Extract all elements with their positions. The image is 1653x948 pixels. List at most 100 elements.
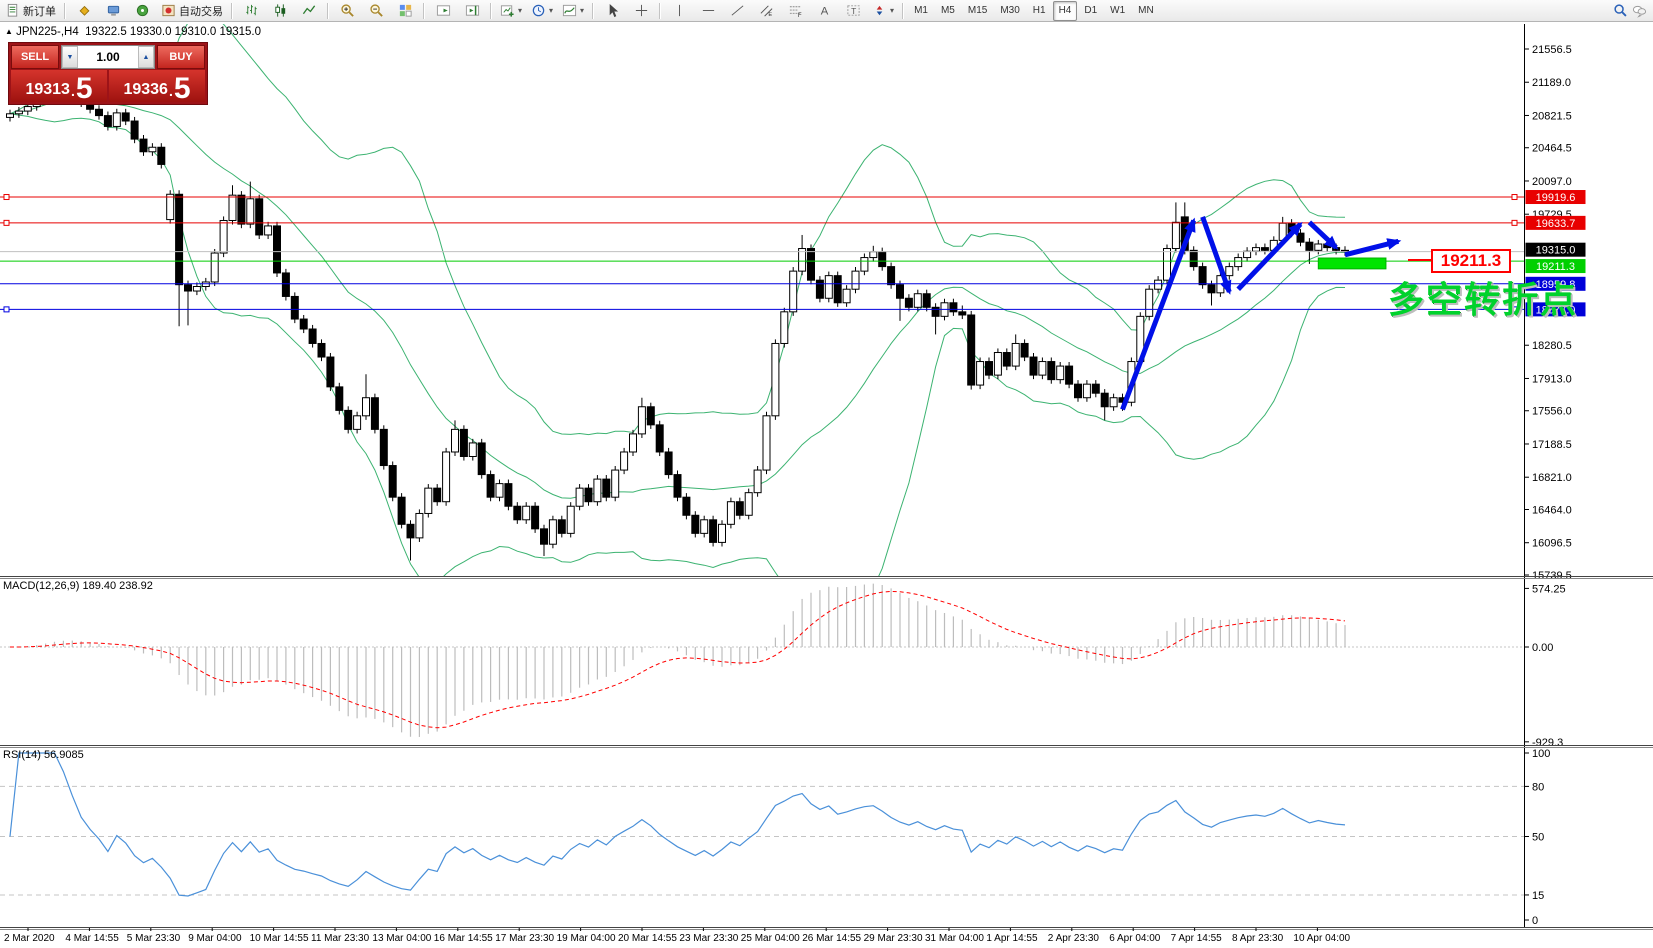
sell-button[interactable]: SELL: [11, 45, 59, 69]
zoom-out-button[interactable]: [362, 0, 390, 22]
candlestick-series: [6, 76, 1349, 561]
candle-body: [228, 194, 237, 221]
auto-scroll-button[interactable]: [429, 0, 457, 22]
candle-body: [1011, 342, 1020, 367]
horizontal-line-tool-button[interactable]: [694, 0, 722, 22]
line-chart-button[interactable]: [295, 0, 323, 22]
tab-timeframe-m30[interactable]: M30: [994, 1, 1025, 21]
new-order-button[interactable]: 新订单: [1, 0, 60, 22]
candle-body: [709, 519, 718, 543]
buy-button[interactable]: BUY: [157, 45, 205, 69]
channel-tool-button[interactable]: E: [752, 0, 780, 22]
trendline-tool-button[interactable]: [723, 0, 751, 22]
horizontal-line-icon: [701, 3, 716, 18]
tab-timeframe-h4[interactable]: H4: [1052, 0, 1078, 21]
toolbar-right-group: [1613, 3, 1653, 18]
support-zone-rectangle[interactable]: [1317, 257, 1387, 270]
text-icon: A: [817, 3, 832, 18]
price-axis-label: 20821.5: [1532, 110, 1572, 122]
tile-windows-button[interactable]: [391, 0, 419, 22]
signals-button[interactable]: [128, 0, 156, 22]
candle-body: [326, 356, 335, 388]
price-axis-label: 21556.5: [1532, 44, 1572, 56]
tab-timeframe-w1[interactable]: W1: [1104, 1, 1131, 21]
bar-chart-icon: [244, 3, 259, 18]
pivot-callout-line: [1408, 259, 1431, 261]
trend-arrow[interactable]: [1307, 220, 1339, 250]
decimal-dot: .: [70, 83, 75, 99]
candle-body: [121, 112, 130, 122]
virtual-hosting-button[interactable]: [99, 0, 127, 22]
candle-body: [513, 505, 522, 521]
fibonacci-tool-button[interactable]: F: [781, 0, 809, 22]
auto-trading-button[interactable]: 自动交易: [157, 0, 227, 22]
cursor-tool-button[interactable]: [598, 0, 626, 22]
line-handle: [3, 194, 10, 201]
volume-value[interactable]: 1.00: [78, 46, 138, 68]
sell-price[interactable]: 19313. 5: [11, 70, 107, 103]
chat-icon[interactable]: [1632, 3, 1647, 18]
metaeditor-button[interactable]: [70, 0, 98, 22]
indicators-icon: [562, 3, 577, 18]
time-axis-label: 23 Mar 23:30: [679, 933, 738, 944]
divider: [64, 2, 66, 19]
search-icon[interactable]: [1613, 3, 1628, 18]
trend-arrow[interactable]: [1344, 238, 1402, 258]
crosshair-tool-button[interactable]: [627, 0, 655, 22]
chart-shift-button[interactable]: [458, 0, 486, 22]
channel-icon: E: [759, 3, 774, 18]
tile-windows-icon: [398, 3, 413, 18]
vertical-line-tool-button[interactable]: [665, 0, 693, 22]
arrows-icon: [872, 3, 887, 18]
buy-price[interactable]: 19336. 5: [109, 70, 205, 103]
label-tool-button[interactable]: T: [839, 0, 867, 22]
text-tool-button[interactable]: A: [810, 0, 838, 22]
rsi-axis-label: 100: [1532, 748, 1550, 760]
macd-axis-label: 0.00: [1532, 642, 1553, 654]
volume-decrease-button[interactable]: ▼: [62, 46, 78, 68]
trend-arrow[interactable]: [1120, 217, 1197, 411]
candle-body: [985, 361, 993, 376]
tab-timeframe-m1[interactable]: M1: [908, 1, 934, 21]
new-chart-button[interactable]: ▾: [496, 0, 526, 22]
pivot-annotation-text: 多空转折点: [1388, 279, 1579, 320]
time-axis-label: 2 Mar 2020: [4, 933, 55, 944]
candle-body: [958, 311, 967, 316]
tab-timeframe-h1[interactable]: H1: [1027, 1, 1052, 21]
tab-timeframe-m15[interactable]: M15: [962, 1, 993, 21]
indicators-button[interactable]: ▾: [558, 0, 588, 22]
bar-chart-button[interactable]: [237, 0, 265, 22]
tab-timeframe-m5[interactable]: M5: [935, 1, 961, 21]
candle-body: [139, 138, 148, 153]
candle-body: [219, 219, 228, 254]
line-handle: [1511, 194, 1518, 201]
time-axis-label: 20 Mar 14:55: [618, 933, 677, 944]
price-axis-label: 16821.0: [1532, 472, 1572, 484]
candle-body: [1154, 279, 1163, 290]
candle-body: [95, 108, 103, 117]
arrows-tool-button[interactable]: ▾: [868, 0, 898, 22]
candle-body: [1234, 257, 1243, 268]
candle-body: [1163, 248, 1171, 281]
line-handle: [3, 306, 10, 313]
tab-timeframe-mn[interactable]: MN: [1132, 1, 1160, 21]
candlestick-chart-button[interactable]: [266, 0, 294, 22]
candle-body: [904, 297, 913, 308]
chart-canvas[interactable]: 21556.521189.020821.520464.520097.019729…: [0, 0, 1653, 948]
trend-arrow[interactable]: [1200, 216, 1232, 295]
price-axis-label: 21189.0: [1532, 77, 1571, 89]
fibonacci-icon: F: [788, 3, 803, 18]
auto-scroll-icon: [436, 3, 451, 18]
volume-increase-button[interactable]: ▲: [138, 46, 154, 68]
zoom-in-button[interactable]: [333, 0, 361, 22]
timeframe-toolbar: M1 M5 M15 M30 H1 H4 D1 W1 MN: [908, 0, 1160, 21]
candle-body: [824, 275, 833, 299]
candle-body: [593, 478, 602, 503]
profiles-button[interactable]: ▾: [527, 0, 557, 22]
pivot-price-callout[interactable]: 19211.3: [1431, 249, 1511, 273]
svg-text:T: T: [851, 6, 856, 16]
tab-timeframe-d1[interactable]: D1: [1078, 1, 1103, 21]
candle-body: [637, 406, 646, 435]
candle-body: [887, 266, 896, 286]
time-axis-label: 13 Mar 04:00: [372, 933, 431, 944]
